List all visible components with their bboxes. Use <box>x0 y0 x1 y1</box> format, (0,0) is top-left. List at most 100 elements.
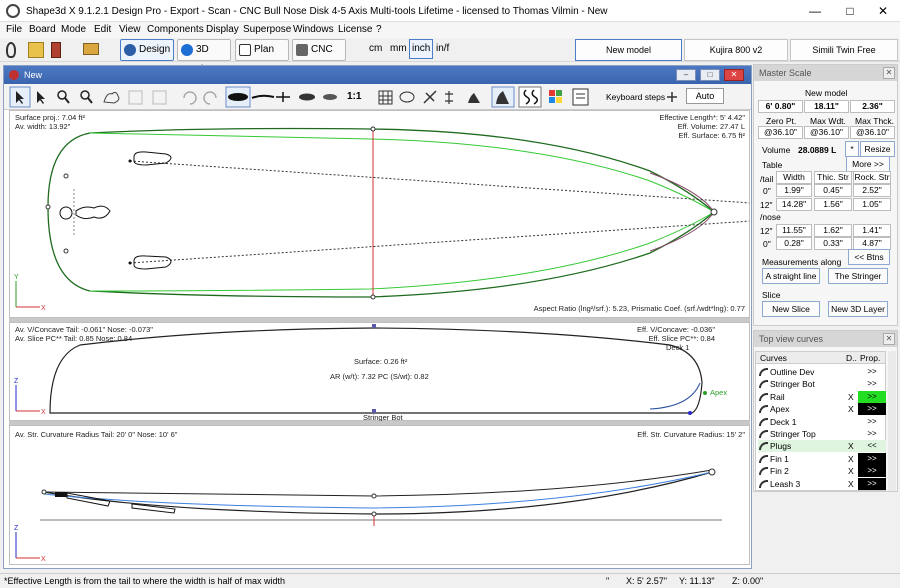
close-icon[interactable]: ✕ <box>868 4 898 18</box>
nose-row-0-width[interactable]: 11.55" <box>776 224 812 237</box>
y-axis-letter: Y <box>14 274 19 281</box>
menu-file[interactable]: File <box>6 24 22 35</box>
max-thick-value[interactable]: 2.36" <box>850 100 895 113</box>
curve-row[interactable]: Plugs X << <box>758 440 886 453</box>
curves-close-icon[interactable]: ✕ <box>883 333 895 345</box>
new-slice-button[interactable]: New Slice <box>762 301 820 317</box>
max-width-value[interactable]: 18.11" <box>804 100 849 113</box>
tail-row-0-thic[interactable]: 0.45" <box>814 184 852 197</box>
curve-row[interactable]: Rail X >> <box>758 390 886 403</box>
curve-prop-button[interactable]: >> <box>858 428 886 440</box>
minimize-icon[interactable]: — <box>800 4 830 18</box>
eff-surface: Eff. Surface: 6.75 ft² <box>678 131 745 140</box>
curve-display-check[interactable]: X <box>848 404 854 414</box>
unit-in-f[interactable]: in/f <box>436 43 449 54</box>
unit-cm[interactable]: cm <box>369 43 382 54</box>
max-thick-pos[interactable]: @36.10" <box>850 126 895 139</box>
menu-mode[interactable]: Mode <box>61 24 86 35</box>
volume-star-button[interactable]: * <box>845 141 859 157</box>
maximize-icon[interactable]: □ <box>835 4 865 18</box>
tail-row-0-rock[interactable]: 2.52" <box>853 184 891 197</box>
new-3d-layer-button[interactable]: New 3D Layer <box>828 301 888 317</box>
menu-board[interactable]: Board <box>29 24 56 35</box>
straight-line-button[interactable]: A straight line <box>762 268 820 284</box>
curve-row[interactable]: Outline Dev >> <box>758 366 886 378</box>
curve-row[interactable]: Fin 2 X >> <box>758 465 886 478</box>
books-icon[interactable] <box>51 42 61 58</box>
3d-view-button[interactable]: 3D view <box>177 39 231 75</box>
nose-row-1-pos: 0" <box>763 239 771 249</box>
curve-display-check[interactable]: X <box>848 392 854 402</box>
curve-row[interactable]: Fin 1 X >> <box>758 452 886 465</box>
max-width-pos[interactable]: @36.10" <box>804 126 849 139</box>
scale-1-1[interactable]: 1:1 <box>347 91 361 102</box>
model-kujira[interactable]: Kujira 800 v2 <box>684 39 788 61</box>
curve-row[interactable]: Leash 3 X >> <box>758 477 886 490</box>
nose-row-0-rock[interactable]: 1.41" <box>853 224 891 237</box>
curve-row[interactable]: Stringer Top >> <box>758 428 886 440</box>
panel-close-icon[interactable]: ✕ <box>883 67 895 79</box>
hammer-icon[interactable] <box>83 43 99 55</box>
side-view-panel[interactable]: Z X Av. Str. Curvature Radius Tail: 20' … <box>9 425 750 565</box>
curve-prop-button[interactable]: << <box>858 440 886 452</box>
curve-prop-button[interactable]: >> <box>858 366 886 378</box>
design-mode-button[interactable]: Design <box>120 39 174 61</box>
btns-button[interactable]: << Btns <box>848 249 890 265</box>
menu-components[interactable]: Components <box>147 24 204 35</box>
model-simili-twin[interactable]: Simili Twin Free <box>790 39 898 61</box>
menu-edit[interactable]: Edit <box>94 24 111 35</box>
curve-display-check[interactable]: X <box>848 441 854 451</box>
open-folder-icon[interactable] <box>28 42 44 58</box>
curve-name: Fin 2 <box>770 466 789 477</box>
curves-scrollbar[interactable] <box>888 351 896 491</box>
plan-button[interactable]: Plan <box>235 39 289 61</box>
menu-license[interactable]: License <box>338 24 372 35</box>
nose-row-1-width[interactable]: 0.28" <box>776 237 812 250</box>
cnc-button[interactable]: CNC <box>292 39 346 61</box>
menu-display[interactable]: Display <box>206 24 239 35</box>
surfboard-icon[interactable] <box>6 42 16 58</box>
fin-icon <box>468 93 480 103</box>
unit-inch[interactable]: inch <box>409 39 434 59</box>
curve-display-check[interactable]: X <box>848 454 854 464</box>
slice-view-panel[interactable]: Z X Av. V/Concave Tail: -0.061" Nose: -0… <box>9 322 750 422</box>
model-new-model[interactable]: New model <box>575 39 682 61</box>
pan-hand-icon <box>103 91 120 104</box>
curve-prop-button[interactable]: >> <box>858 465 886 478</box>
resize-button[interactable]: Resize <box>860 141 895 157</box>
tail-row-0-width[interactable]: 1.99" <box>776 184 812 197</box>
curve-prop-button[interactable]: >> <box>858 403 886 416</box>
the-stringer-button[interactable]: The Stringer <box>828 268 888 284</box>
curve-prop-button[interactable]: >> <box>858 390 886 403</box>
doc-minimize-icon[interactable]: – <box>676 69 696 81</box>
tail-row-1-thic[interactable]: 1.56" <box>814 198 852 211</box>
curve-prop-button[interactable]: >> <box>858 416 886 428</box>
top-view-panel[interactable]: Y X Surface proj.: 7.04 ft² Av. width: 1… <box>9 110 750 318</box>
unit-mm[interactable]: mm <box>390 43 407 54</box>
zero-pt-value[interactable]: 6' 0.80" <box>758 100 803 113</box>
zero-pt-pos[interactable]: @36.10" <box>758 126 803 139</box>
deck-curve <box>49 327 703 414</box>
curve-display-check[interactable]: X <box>848 466 854 476</box>
curve-row[interactable]: Deck 1 >> <box>758 416 886 428</box>
more-button[interactable]: More >> <box>846 156 890 172</box>
curve-name: Stringer Bot <box>770 379 815 390</box>
nose-row-1-thic[interactable]: 0.33" <box>814 237 852 250</box>
curve-row[interactable]: Apex X >> <box>758 403 886 416</box>
curve-prop-button[interactable]: >> <box>858 452 886 465</box>
copy-icon <box>128 90 143 105</box>
menu-view[interactable]: View <box>119 24 141 35</box>
doc-close-icon[interactable]: ✕ <box>724 69 744 81</box>
curve-prop-button[interactable]: >> <box>858 378 886 390</box>
auto-step-field[interactable]: Auto <box>686 88 724 104</box>
curve-display-check[interactable]: X <box>848 479 854 489</box>
curve-prop-button[interactable]: >> <box>858 477 886 490</box>
curve-row[interactable]: Stringer Bot >> <box>758 378 886 390</box>
menu-superpose[interactable]: Superpose <box>243 24 291 35</box>
nose-row-0-thic[interactable]: 1.62" <box>814 224 852 237</box>
menu-windows[interactable]: Windows <box>293 24 334 35</box>
doc-restore-icon[interactable]: □ <box>700 69 720 81</box>
tail-row-1-width[interactable]: 14.28" <box>776 198 812 211</box>
menu-help[interactable]: ? <box>376 24 382 35</box>
tail-row-1-rock[interactable]: 1.05" <box>853 198 891 211</box>
